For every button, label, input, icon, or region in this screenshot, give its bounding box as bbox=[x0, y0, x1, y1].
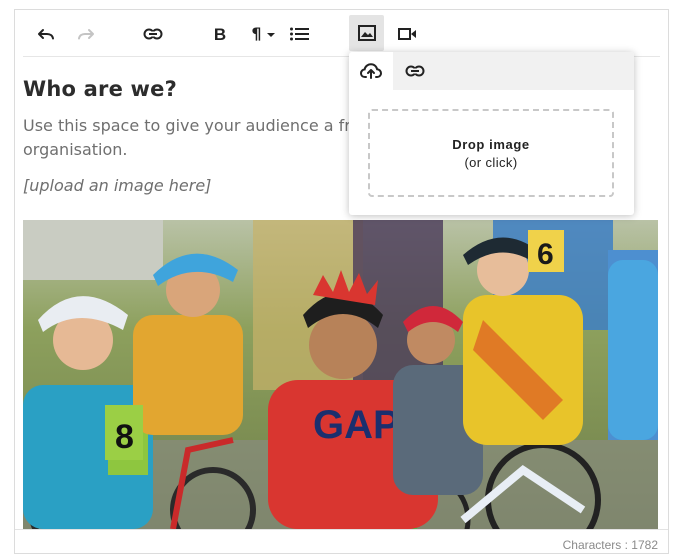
image-placeholder-text: [upload an image here] bbox=[23, 176, 212, 195]
intro-line-1: Use this space to give your audience a f… bbox=[23, 116, 376, 135]
bold-glyph: B bbox=[213, 24, 227, 44]
chevron-down-icon bbox=[266, 33, 275, 37]
redo-icon bbox=[78, 29, 94, 40]
cyclists-photo: GAP 8 6 bbox=[23, 220, 658, 529]
cloud-upload-icon bbox=[360, 63, 382, 79]
image-button[interactable] bbox=[349, 15, 384, 51]
paragraph-icon: ¶ bbox=[251, 24, 262, 43]
bulleted-list-button[interactable] bbox=[287, 20, 311, 48]
dropzone-title: Drop image bbox=[452, 136, 530, 152]
content-heading: Who are we? bbox=[23, 77, 177, 101]
video-icon bbox=[397, 28, 416, 40]
bib-number-right: 6 bbox=[537, 238, 554, 271]
image-icon bbox=[357, 25, 376, 41]
popover-tabs bbox=[349, 52, 634, 90]
intro-line-2: organisation. bbox=[23, 140, 128, 159]
redo-button[interactable] bbox=[73, 20, 99, 48]
editor-footer: Characters : 1782 bbox=[15, 529, 668, 556]
video-button[interactable] bbox=[395, 20, 419, 48]
tab-image-by-url[interactable] bbox=[393, 52, 437, 90]
editor-toolbar: B ¶ bbox=[15, 10, 668, 57]
image-dropzone[interactable]: Drop image (or click) bbox=[368, 109, 614, 197]
bib-number-left: 8 bbox=[115, 418, 134, 456]
paragraph-format-button[interactable]: ¶ bbox=[247, 20, 279, 48]
link-icon bbox=[405, 65, 425, 77]
link-icon bbox=[143, 28, 163, 40]
bold-button[interactable]: B bbox=[209, 20, 231, 48]
undo-button[interactable] bbox=[33, 20, 59, 48]
character-count: Characters : 1782 bbox=[562, 538, 658, 552]
content-image[interactable]: GAP 8 6 bbox=[23, 220, 658, 529]
bulleted-list-icon bbox=[289, 27, 309, 41]
tab-upload-image[interactable] bbox=[349, 52, 393, 90]
undo-icon bbox=[38, 29, 54, 40]
link-button[interactable] bbox=[139, 20, 167, 48]
jersey-text: GAP bbox=[313, 403, 400, 447]
image-insert-popover: Drop image (or click) bbox=[349, 52, 634, 215]
dropzone-subtitle: (or click) bbox=[464, 154, 518, 170]
